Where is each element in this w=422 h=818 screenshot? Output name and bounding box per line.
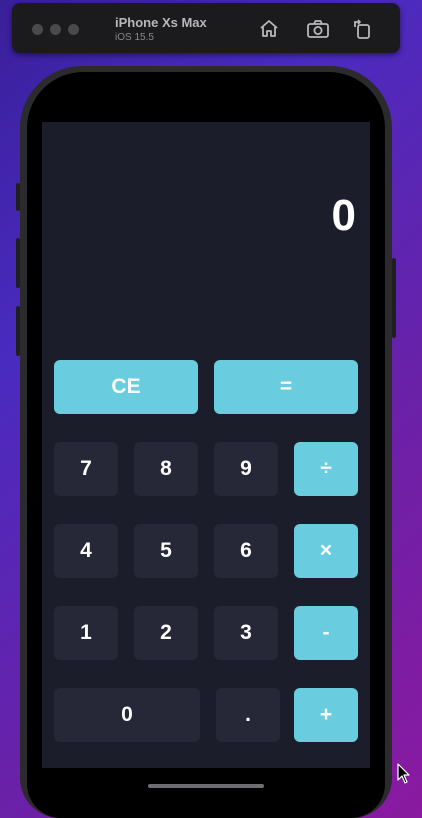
- key-5[interactable]: 5: [134, 524, 198, 578]
- screenshot-icon[interactable]: [306, 18, 329, 40]
- key-6[interactable]: 6: [214, 524, 278, 578]
- key-9[interactable]: 9: [214, 442, 278, 496]
- os-version: iOS 15.5: [115, 32, 154, 43]
- key-8[interactable]: 8: [134, 442, 198, 496]
- key-4[interactable]: 4: [54, 524, 118, 578]
- volume-up-button: [16, 238, 20, 288]
- calculator-screen: 0 CE = 7 8 9 ÷ 4 5 6 × 1 2 3 - 0 . +: [42, 122, 370, 768]
- mouse-cursor-icon: [397, 763, 411, 785]
- key-2[interactable]: 2: [134, 606, 198, 660]
- home-icon[interactable]: [258, 18, 280, 40]
- display-value: 0: [331, 191, 356, 240]
- multiply-button[interactable]: ×: [294, 524, 358, 578]
- key-1[interactable]: 1: [54, 606, 118, 660]
- power-button: [392, 258, 396, 338]
- equals-button[interactable]: =: [214, 360, 358, 414]
- rotate-icon[interactable]: [352, 18, 374, 40]
- divide-button[interactable]: ÷: [294, 442, 358, 496]
- device-name: iPhone Xs Max: [115, 15, 207, 30]
- mute-switch: [16, 183, 20, 211]
- decimal-point-button[interactable]: .: [216, 688, 280, 742]
- window-close-button[interactable]: [32, 24, 43, 35]
- volume-down-button: [16, 306, 20, 356]
- plus-button[interactable]: +: [294, 688, 358, 742]
- simulator-toolbar: iPhone Xs Max iOS 15.5: [12, 3, 400, 53]
- minus-button[interactable]: -: [294, 606, 358, 660]
- home-indicator[interactable]: [148, 784, 264, 788]
- clear-entry-button[interactable]: CE: [54, 360, 198, 414]
- window-minimize-button[interactable]: [50, 24, 61, 35]
- window-zoom-button[interactable]: [68, 24, 79, 35]
- key-3[interactable]: 3: [214, 606, 278, 660]
- key-0[interactable]: 0: [54, 688, 200, 742]
- key-7[interactable]: 7: [54, 442, 118, 496]
